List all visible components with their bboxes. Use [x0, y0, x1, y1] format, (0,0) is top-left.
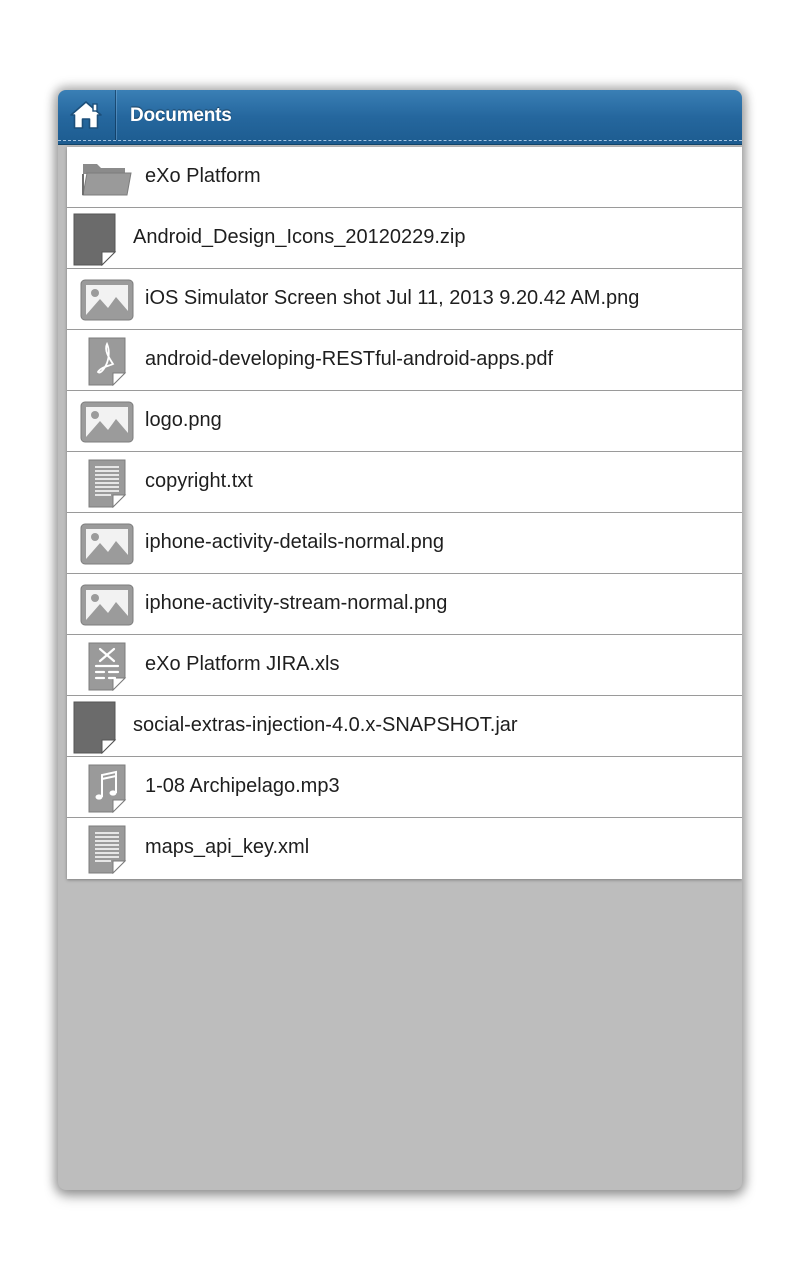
pdf-icon [88, 337, 127, 386]
file-name: copyright.txt [145, 470, 253, 492]
file-name: 1-08 Archipelago.mp3 [145, 775, 340, 797]
file-name: eXo Platform JIRA.xls [145, 653, 340, 675]
image-icon [80, 523, 134, 565]
image-icon [80, 279, 134, 321]
image-icon [80, 584, 134, 626]
file-name: eXo Platform [145, 165, 261, 187]
list-item[interactable]: Android_Design_Icons_20120229.zip [67, 208, 742, 269]
list-item[interactable]: logo.png [67, 391, 742, 452]
list-item[interactable]: copyright.txt [67, 452, 742, 513]
spreadsheet-icon [88, 642, 127, 691]
page-title: Documents [130, 105, 232, 126]
file-name: iOS Simulator Screen shot Jul 11, 2013 9… [145, 287, 640, 309]
title-separator [115, 90, 116, 140]
file-name: logo.png [145, 409, 222, 431]
music-icon [88, 764, 127, 813]
file-name: android-developing-RESTful-android-apps.… [145, 348, 554, 370]
title-bar: Documents [58, 90, 742, 145]
list-item[interactable]: android-developing-RESTful-android-apps.… [67, 330, 742, 391]
image-icon [80, 401, 134, 443]
folder-icon [82, 164, 132, 196]
list-item[interactable]: eXo Platform [67, 147, 742, 208]
home-icon [70, 101, 102, 129]
list-item[interactable]: social-extras-injection-4.0.x-SNAPSHOT.j… [67, 696, 742, 757]
file-list: eXo Platform Android_Design_Icons_201202… [67, 147, 742, 879]
file-name: maps_api_key.xml [145, 836, 310, 858]
file-name: iphone-activity-stream-normal.png [145, 592, 448, 614]
text-file-icon [88, 825, 127, 874]
list-item[interactable]: iphone-activity-details-normal.png [67, 513, 742, 574]
list-item[interactable]: iOS Simulator Screen shot Jul 11, 2013 9… [67, 269, 742, 330]
text-file-icon [88, 459, 127, 508]
list-item[interactable]: 1-08 Archipelago.mp3 [67, 757, 742, 818]
file-name: iphone-activity-details-normal.png [145, 531, 445, 553]
documents-panel: Documents eXo Platform Android_Design_Ic [58, 90, 742, 1190]
list-item[interactable]: eXo Platform JIRA.xls [67, 635, 742, 696]
file-name: social-extras-injection-4.0.x-SNAPSHOT.j… [133, 714, 518, 736]
home-button[interactable] [58, 90, 114, 140]
file-name: Android_Design_Icons_20120229.zip [133, 226, 466, 248]
file-icon [73, 701, 117, 754]
list-item[interactable]: maps_api_key.xml [67, 818, 742, 879]
file-icon [73, 213, 117, 266]
list-item[interactable]: iphone-activity-stream-normal.png [67, 574, 742, 635]
title-bar-stitch [58, 140, 742, 141]
